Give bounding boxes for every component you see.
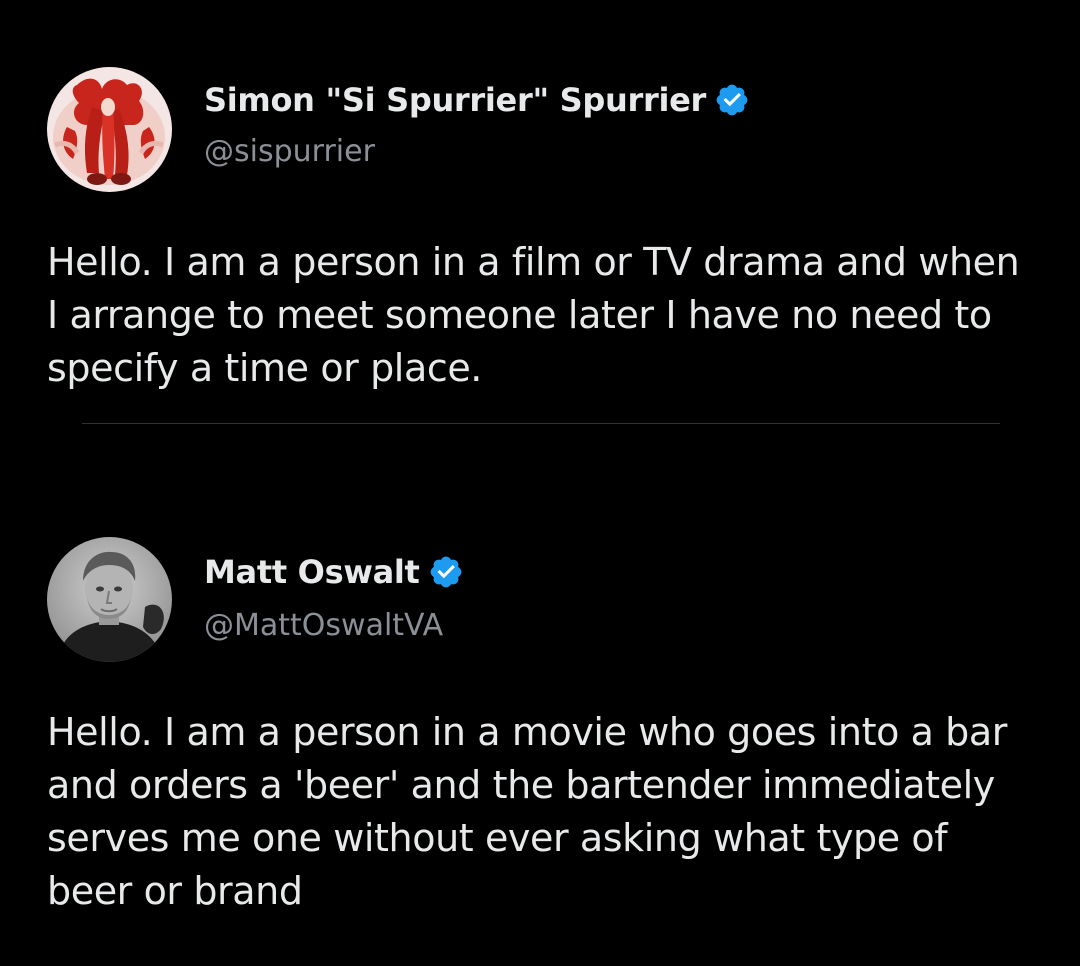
display-name[interactable]: Simon "Si Spurrier" Spurrier [204, 81, 706, 119]
author-row[interactable]: Matt Oswalt [204, 550, 464, 594]
avatar[interactable] [47, 537, 172, 662]
verified-badge-icon[interactable] [428, 554, 464, 590]
avatar-red-costume-image [47, 67, 172, 192]
tweet-text: Hello. I am a person in a film or TV dra… [47, 240, 1020, 390]
author-row[interactable]: Simon "Si Spurrier" Spurrier [204, 78, 750, 122]
tweet-2[interactable]: Matt Oswalt @MattOswaltVA Hello. I am a … [0, 424, 1080, 966]
display-name[interactable]: Matt Oswalt [204, 553, 420, 591]
avatar-bw-portrait-image [47, 537, 172, 662]
tweet-1[interactable]: Simon "Si Spurrier" Spurrier @sispurrier… [0, 0, 1080, 424]
verified-badge-icon[interactable] [714, 82, 750, 118]
author-handle[interactable]: @MattOswaltVA [204, 608, 443, 643]
tweet-text: Hello. I am a person in a movie who goes… [47, 710, 1008, 913]
avatar[interactable] [47, 67, 172, 192]
author-handle[interactable]: @sispurrier [204, 134, 375, 169]
